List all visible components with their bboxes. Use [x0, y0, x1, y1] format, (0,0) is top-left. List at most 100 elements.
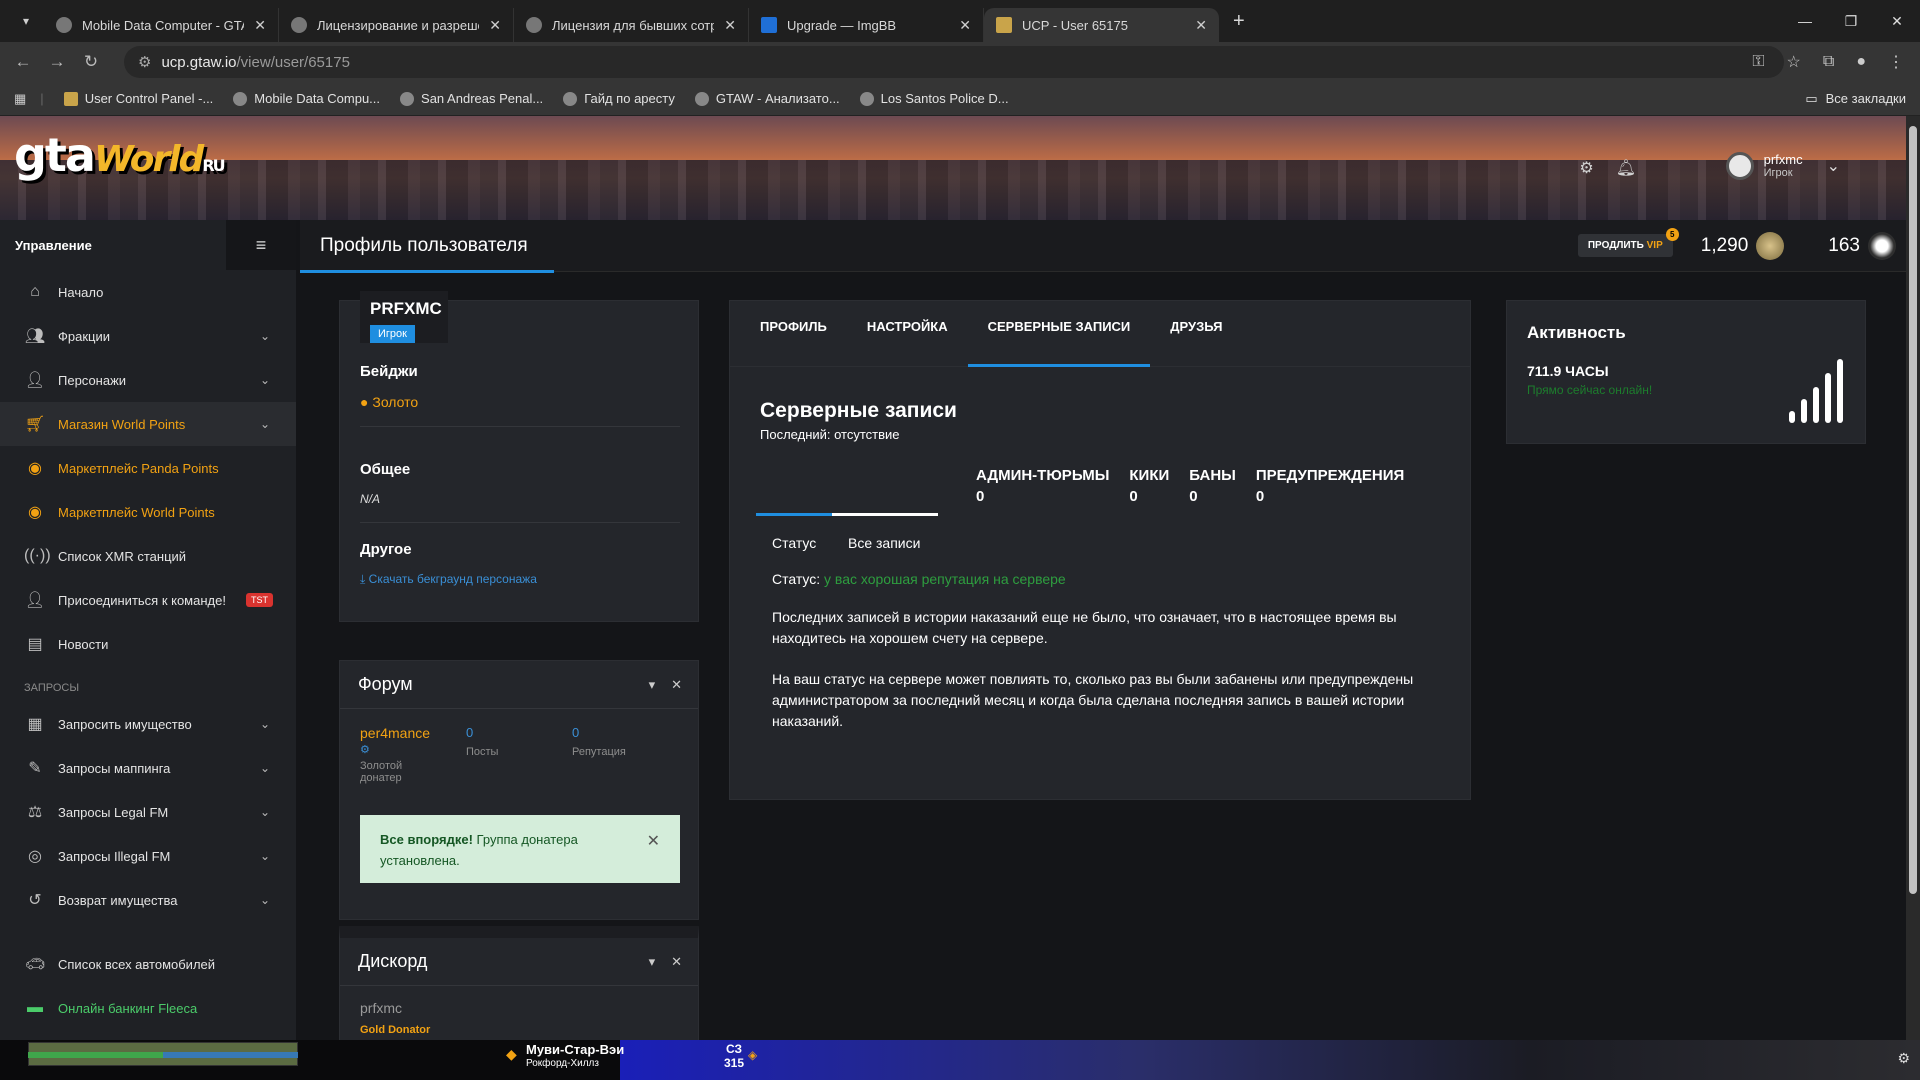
download-background-link[interactable]: ⤓ Скачать бекграунд персонажа — [360, 572, 680, 587]
sidebar-item-characters[interactable]: 👤︎ Персонажи ⌄ — [0, 358, 296, 402]
signal-bar — [1837, 359, 1843, 423]
panda-points-value: 163 — [1828, 234, 1860, 256]
stat-label: КИКИ — [1129, 467, 1170, 484]
sidebar-item-join-team[interactable]: 👤︎ Присоединиться к команде! TST — [0, 578, 296, 622]
tab-title: Лицензия для бывших сотруд — [552, 17, 715, 33]
gold-badge-label: Золото — [372, 394, 419, 410]
coins-icon: ◉ — [28, 460, 42, 477]
forum-nick[interactable]: per4mance — [360, 725, 466, 741]
forum-card: Форум ▾ ✕ per4mance ⚙ Золотой донатер 0 По… — [339, 660, 699, 920]
tab-close-icon[interactable]: ✕ — [489, 17, 501, 34]
close-icon[interactable]: ✕ — [671, 677, 682, 693]
all-bookmarks-button[interactable]: ▭ Все закладки — [1805, 91, 1906, 107]
sidebar-item-label: Запросы маппинга — [58, 760, 171, 776]
browser-menu-icon[interactable]: ⋮ — [1888, 52, 1904, 72]
sidebar-item-news[interactable]: ▤ Новости — [0, 622, 296, 666]
browser-tab-2[interactable]: Лицензия для бывших сотруд ✕ — [514, 8, 749, 42]
bookmark-item[interactable]: GTAW - Анализато... — [694, 91, 840, 106]
notification-bell-icon[interactable]: 🔔︎ — [1616, 158, 1636, 178]
stat-admin-jails: АДМИН-ТЮРЬМЫ 0 — [976, 467, 1109, 505]
sidebar-item-mapping-requests[interactable]: ✎ Запросы маппинга ⌄ — [0, 746, 296, 790]
forum-rank-line2: донатер — [360, 772, 402, 784]
sidebar-item-factions[interactable]: 👥︎ Фракции ⌄ — [0, 314, 296, 358]
bank-card-icon: ▬ — [27, 999, 43, 1016]
profile-avatar-icon[interactable]: ● — [1856, 53, 1866, 71]
sidebar-item-world-points-shop[interactable]: 🛒︎ Магазин World Points ⌄ — [0, 402, 296, 446]
profile-card: PRFXMC Игрок Бейджи ● Золото Общее N/A Д… — [339, 291, 699, 622]
tab-close-icon[interactable]: ✕ — [724, 17, 736, 34]
sidebar: Управление ≡ ⌂ Начало 👥︎ Фракции ⌄ 👤︎ Персон… — [0, 220, 296, 1040]
sidebar-item-panda-marketplace[interactable]: ◉ Маркетплейс Panda Points — [0, 446, 296, 490]
alert-close-icon[interactable]: ✕ — [647, 831, 660, 852]
bookmark-star-icon[interactable]: ☆ — [1787, 52, 1801, 72]
sidebar-item-home[interactable]: ⌂ Начало — [0, 270, 296, 314]
gta-world-logo[interactable]: gtaWorldRU — [14, 128, 226, 182]
tab-title: Upgrade — ImgBB — [787, 17, 897, 33]
tab-server-records[interactable]: СЕРВЕРНЫЕ ЗАПИСИ — [967, 301, 1151, 367]
tab-close-icon[interactable]: ✕ — [959, 17, 971, 34]
extend-vip-button[interactable]: ПРОДЛИТЬ VIP 5 — [1577, 228, 1679, 257]
tab-friends[interactable]: ДРУЗЬЯ — [1150, 301, 1242, 367]
close-icon[interactable]: ✕ — [671, 954, 682, 970]
records-status: Статус: у вас хорошая репутация на серве… — [772, 571, 1066, 587]
tab-list-button[interactable]: ▾ — [8, 7, 44, 35]
reload-icon[interactable]: ↻ — [74, 52, 108, 72]
collapse-caret-icon[interactable]: ▾ — [649, 677, 656, 693]
chevron-down-icon: ⌄ — [259, 849, 270, 863]
close-window-icon[interactable]: ✕ — [1874, 0, 1920, 42]
extensions-icon[interactable]: ⧉ — [1823, 53, 1834, 71]
page-scrollbar[interactable] — [1906, 116, 1920, 1040]
tab-title: Лицензирование и разрешен — [317, 17, 480, 33]
general-value: N/A — [360, 492, 381, 506]
bookmark-item[interactable]: Гайд по аресту — [563, 91, 675, 106]
password-key-icon[interactable]: ⚿ — [1752, 53, 1764, 71]
settings-gear-icon[interactable]: ⚙ — [1579, 158, 1593, 178]
tab-close-icon[interactable]: ✕ — [254, 17, 266, 34]
hamburger-menu-icon[interactable]: ≡ — [226, 220, 296, 270]
url-input[interactable]: ⚙ ucp.gtaw.io/view/user/65175 — [124, 46, 1784, 78]
sidebar-item-all-vehicles[interactable]: 🚗︎ Список всех автомобилей — [0, 942, 296, 986]
mask-icon: ◎ — [28, 848, 42, 865]
tst-badge: TST — [245, 593, 273, 607]
sidebar-item-fleeca-banking[interactable]: ▬ Онлайн банкинг Fleeca — [0, 986, 296, 1030]
tab-settings[interactable]: НАСТРОЙКА — [847, 301, 968, 367]
chevron-down-icon: ⌄ — [259, 761, 270, 775]
subtab-all-records[interactable]: Все записи — [832, 513, 938, 551]
sidebar-item-xmr-stations[interactable]: ((·)) Список XMR станций — [0, 534, 296, 578]
forum-title: Форум — [358, 674, 413, 694]
bookmark-item[interactable]: Mobile Data Compu... — [233, 91, 380, 106]
panda-points-balance: 163 — [1828, 231, 1896, 260]
users-icon: 👥︎ — [24, 328, 46, 345]
browser-tab-0[interactable]: Mobile Data Computer - GTA W ✕ — [44, 8, 279, 42]
sidebar-item-legal-fm[interactable]: ⚖ Запросы Legal FM ⌄ — [0, 790, 296, 834]
collapse-caret-icon[interactable]: ▾ — [649, 954, 656, 970]
apps-grid-icon[interactable]: ▦ — [14, 91, 26, 107]
sidebar-item-world-marketplace[interactable]: ◉ Маркетплейс World Points — [0, 490, 296, 534]
tab-close-icon[interactable]: ✕ — [1195, 17, 1207, 34]
browser-tab-3[interactable]: Upgrade — ImgBB ✕ — [749, 8, 984, 42]
coins-icon: ◉ — [28, 504, 42, 521]
user-menu[interactable]: prfxmc Игрок ⌄ — [1725, 152, 1840, 180]
browser-tab-1[interactable]: Лицензирование и разрешен ✕ — [279, 8, 514, 42]
site-info-icon[interactable]: ⚙ — [138, 53, 151, 71]
discord-card: Дискорд ▾ ✕ prfxmc Gold Donator — [339, 926, 699, 1046]
subtab-status[interactable]: Статус — [756, 513, 832, 551]
browser-tab-4[interactable]: UCP - User 65175 ✕ — [984, 8, 1219, 42]
tab-profile[interactable]: ПРОФИЛЬ — [740, 301, 847, 367]
forward-icon[interactable]: → — [40, 52, 74, 72]
restore-icon[interactable]: ❐ — [1828, 0, 1874, 42]
requests-section-title: ЗАПРОСЫ — [24, 682, 80, 694]
bookmark-item[interactable]: Los Santos Police D... — [859, 91, 1009, 106]
general-title: Общее — [360, 461, 411, 478]
bookmark-item[interactable]: San Andreas Penal... — [400, 91, 543, 106]
minimize-icon[interactable]: — — [1782, 0, 1828, 42]
sidebar-item-request-property[interactable]: ▦ Запросить имущество ⌄ — [0, 702, 296, 746]
scrollbar-thumb[interactable] — [1909, 126, 1917, 894]
sidebar-item-illegal-fm[interactable]: ◎ Запросы Illegal FM ⌄ — [0, 834, 296, 878]
back-icon[interactable]: ← — [6, 52, 40, 72]
sidebar-header: Управление ≡ — [0, 220, 296, 270]
sidebar-item-property-return[interactable]: ↺ Возврат имущества ⌄ — [0, 878, 296, 922]
sidebar-item-label: Маркетплейс Panda Points — [58, 460, 219, 476]
bookmark-item[interactable]: User Control Panel -... — [63, 91, 213, 106]
new-tab-button[interactable]: + — [1233, 10, 1245, 33]
